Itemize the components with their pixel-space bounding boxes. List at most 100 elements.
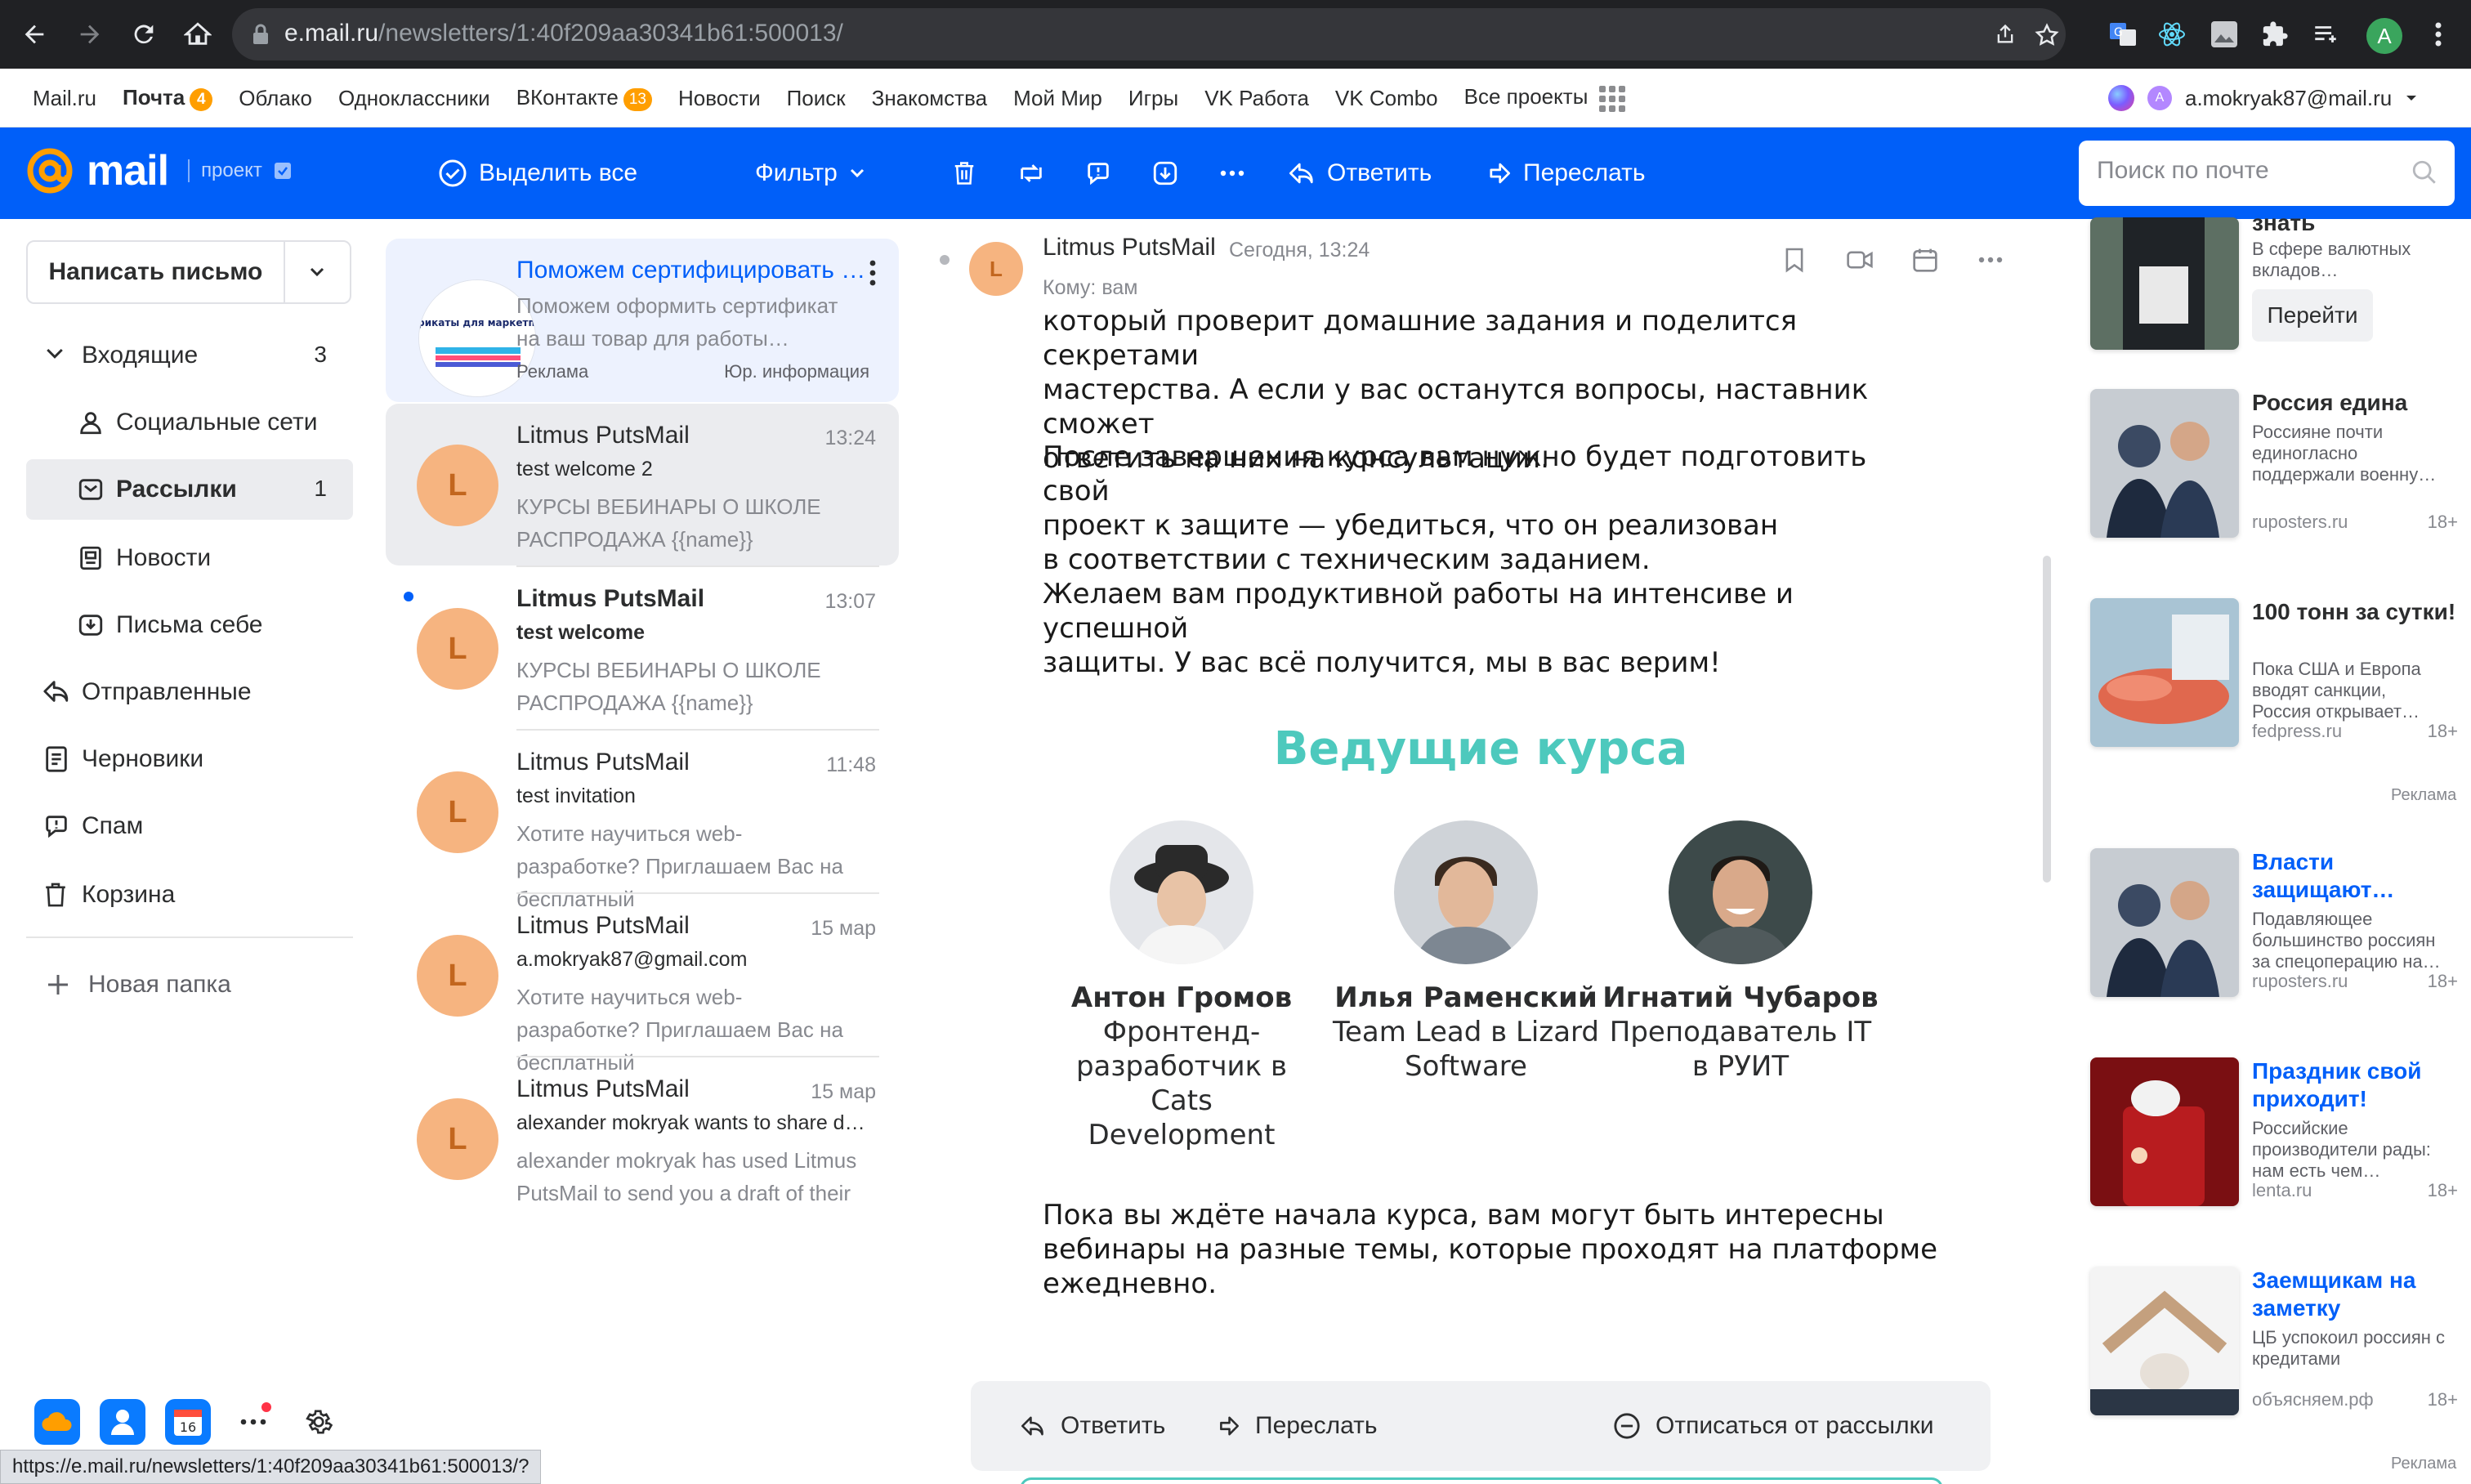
home-icon[interactable] (175, 11, 221, 57)
sidebar-item-inbox[interactable]: Входящие 3 (26, 325, 353, 386)
ad-legal-link[interactable]: Юр. информация (724, 361, 869, 382)
message-sender: Litmus PutsMail (516, 585, 705, 612)
filter-label: Фильтр (755, 159, 838, 186)
share-icon[interactable] (1994, 23, 2017, 46)
message-row[interactable]: L Litmus PutsMail 13:07 test welcome КУРСЫ В… (386, 567, 899, 729)
sidebar-item-sent[interactable]: Отправленные (26, 662, 353, 722)
portal-link-label: Облако (239, 85, 312, 110)
search-icon[interactable] (2411, 159, 2438, 186)
browser-menu-icon[interactable] (2420, 16, 2456, 52)
new-folder-button[interactable]: Новая папка (46, 971, 231, 999)
image-extension-icon[interactable] (2206, 16, 2242, 52)
ad-snippet: Поможем оформить сертификат на ваш товар… (516, 293, 838, 351)
assistant-orb-icon[interactable] (2108, 85, 2134, 111)
reading-pane-scrollbar[interactable] (2043, 556, 2051, 883)
delete-icon[interactable] (948, 157, 981, 190)
back-icon[interactable] (11, 11, 57, 57)
more-actions-icon[interactable] (1216, 157, 1249, 190)
user-menu-caret-icon[interactable] (2405, 93, 2418, 103)
unsubscribe-button[interactable]: Отписаться от рассылки (1613, 1381, 1933, 1471)
reply-button[interactable]: Ответить (1020, 1381, 1165, 1471)
at-sign-icon (27, 148, 73, 194)
trash-icon (42, 881, 70, 909)
compose-button[interactable]: Написать письмо (28, 242, 284, 302)
reading-list-icon[interactable] (2308, 16, 2344, 52)
forward-button[interactable]: Переслать (1214, 1381, 1378, 1471)
forward-icon[interactable] (67, 11, 113, 57)
message-row[interactable]: L Litmus PutsMail 13:24 test welcome 2 КУРСЫ… (386, 404, 899, 565)
select-all-button[interactable]: Выделить все (438, 127, 637, 219)
filter-dropdown[interactable]: Фильтр (755, 127, 865, 219)
portal-link[interactable]: Почта 4 (123, 85, 213, 111)
portal-user[interactable]: A a.mokryak87@mail.ru (2108, 69, 2418, 127)
forward-label: Переслать (1255, 1412, 1378, 1439)
sidebar-item-social[interactable]: Социальные сети (26, 392, 353, 453)
portal-link[interactable]: Mail.ru (33, 86, 96, 111)
extensions-puzzle-icon[interactable] (2257, 16, 2293, 52)
message-row[interactable]: L Litmus PutsMail 15 мар a.mokryak87@gmail.… (386, 894, 899, 1075)
select-all-label: Выделить все (479, 159, 638, 186)
portal-link[interactable]: Поиск (787, 86, 846, 111)
user-email[interactable]: a.mokryak87@mail.ru (2185, 86, 2392, 111)
row-divider (516, 892, 879, 894)
row-divider (516, 729, 879, 731)
portal-link[interactable]: VK Работа (1204, 86, 1309, 111)
bookmark-star-icon[interactable] (2035, 23, 2059, 47)
translate-extension-icon[interactable]: G (2105, 16, 2141, 52)
ad-menu-icon[interactable] (869, 260, 876, 286)
search-input[interactable] (2097, 157, 2407, 185)
calendar-app-icon[interactable]: 16 (165, 1399, 211, 1445)
compose-dropdown[interactable] (283, 242, 350, 302)
sidebar-item-trash[interactable]: Корзина (26, 865, 353, 925)
archive-icon[interactable] (1149, 157, 1182, 190)
sidebar-divider (26, 936, 353, 938)
portal-link[interactable]: Новости (678, 86, 761, 111)
contacts-app-icon[interactable] (100, 1399, 145, 1445)
sender-name[interactable]: Litmus PutsMail (1043, 234, 1216, 261)
bookmark-icon[interactable] (1778, 244, 1811, 276)
calendar-event-icon[interactable] (1909, 244, 1942, 276)
portal-link[interactable]: Облако (239, 86, 312, 111)
mentor-role: Team Lead в Lizard Software (1332, 1016, 1600, 1083)
message-row[interactable]: L Litmus PutsMail 11:48 test invitation Хоти… (386, 731, 899, 911)
portal-link[interactable]: Мой Мир (1013, 86, 1102, 111)
message-date: Сегодня, 13:24 (1229, 239, 1370, 261)
portal-link[interactable]: Игры (1128, 86, 1178, 111)
portal-link[interactable]: Одноклассники (338, 86, 490, 111)
more-apps-icon[interactable] (230, 1399, 276, 1445)
mail-search[interactable] (2079, 141, 2455, 206)
project-label: проект (201, 159, 262, 181)
sidebar-item-drafts[interactable]: Черновики (26, 729, 353, 789)
message-more-icon[interactable] (1974, 244, 2007, 276)
settings-gear-icon[interactable] (296, 1399, 342, 1445)
unread-dot[interactable] (404, 592, 413, 601)
browser-profile-avatar[interactable]: A (2366, 18, 2402, 54)
mail-logo[interactable]: mail проект (25, 145, 292, 196)
address-bar[interactable]: e.mail.ru/newsletters/1:40f209aa30341b61… (232, 8, 2066, 60)
ad-message[interactable]: Сертификаты для маркетплейсов Поможем се… (386, 239, 899, 402)
ad-title: 100 тонн за сутки! (2252, 599, 2456, 624)
message-time: 13:24 (824, 427, 876, 449)
portal-link[interactable]: ВКонтакте 13 (516, 85, 652, 111)
sidebar-item-to-self[interactable]: Письма себе (26, 595, 353, 655)
video-call-icon[interactable] (1843, 244, 1876, 276)
cloud-app-icon[interactable] (34, 1399, 80, 1445)
move-to-folder-icon[interactable] (1015, 157, 1048, 190)
ad-title: Заемщикам на заметку (2252, 1267, 2416, 1321)
ads-label: Реклама (2391, 786, 2457, 804)
portal-link[interactable]: Все проекты (1464, 84, 1626, 112)
sidebar-item-spam[interactable]: Спам (26, 796, 353, 856)
reload-icon[interactable] (121, 11, 167, 57)
toolbar-forward-button[interactable]: Переслать (1484, 127, 1646, 219)
read-status-dot[interactable] (940, 255, 950, 265)
sidebar-item-news[interactable]: Новости (26, 528, 353, 588)
forward-arrow-icon (1490, 163, 1510, 184)
sidebar-item-newsletters[interactable]: Рассылки 1 (26, 459, 353, 520)
toolbar-reply-button[interactable]: Ответить (1288, 127, 1432, 219)
portal-link[interactable]: VK Combo (1335, 86, 1438, 111)
spam-icon[interactable] (1082, 157, 1115, 190)
message-row[interactable]: L Litmus PutsMail 15 мар alexander mokryak … (386, 1057, 899, 1219)
portal-link[interactable]: Знакомства (872, 86, 987, 111)
react-devtools-icon[interactable] (2154, 16, 2190, 52)
ad-go-button[interactable]: Перейти (2252, 289, 2373, 342)
